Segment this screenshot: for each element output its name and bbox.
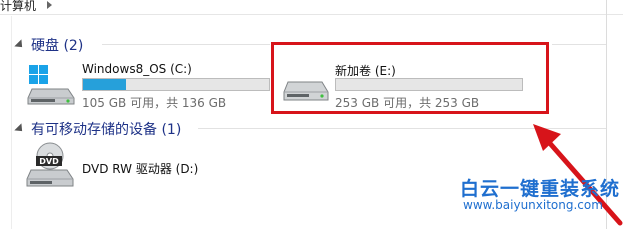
- dvd-drive-icon: DVD: [26, 142, 74, 187]
- nav-divider: [11, 16, 12, 229]
- windows-drive-icon: [27, 65, 75, 105]
- free-space-text: 105 GB 可用，共 136 GB: [82, 96, 227, 110]
- group-header-removable[interactable]: 有可移动存储的设备 (1): [14, 119, 182, 139]
- breadcrumb[interactable]: 计算机: [0, 0, 36, 14]
- drive-name: Windows8_OS (C:): [82, 62, 192, 76]
- group-title: 有可移动存储的设备 (1): [31, 122, 182, 138]
- address-bar: 计算机: [0, 0, 623, 15]
- drive-item-d[interactable]: DVD DVD RW 驱动器 (D:): [26, 142, 246, 192]
- drive-item-c[interactable]: Windows8_OS (C:) 105 GB 可用，共 136 GB: [26, 62, 276, 110]
- highlight-box: [271, 42, 549, 114]
- group-divider: [552, 44, 606, 45]
- collapse-arrow-icon[interactable]: [14, 123, 26, 135]
- capacity-bar: [82, 78, 270, 91]
- breadcrumb-chevron-icon[interactable]: [47, 1, 52, 9]
- watermark-title: 白云一键重装系统: [460, 178, 621, 200]
- group-divider: [102, 44, 270, 45]
- group-header-hard-disks[interactable]: 硬盘 (2): [14, 35, 84, 55]
- watermark-url: www.baiyunxitong.com: [463, 198, 603, 212]
- capacity-fill: [83, 79, 126, 90]
- collapse-arrow-icon[interactable]: [14, 39, 26, 51]
- group-title: 硬盘 (2): [31, 38, 84, 54]
- drive-name: DVD RW 驱动器 (D:): [82, 162, 199, 176]
- dvd-label: DVD: [39, 157, 59, 166]
